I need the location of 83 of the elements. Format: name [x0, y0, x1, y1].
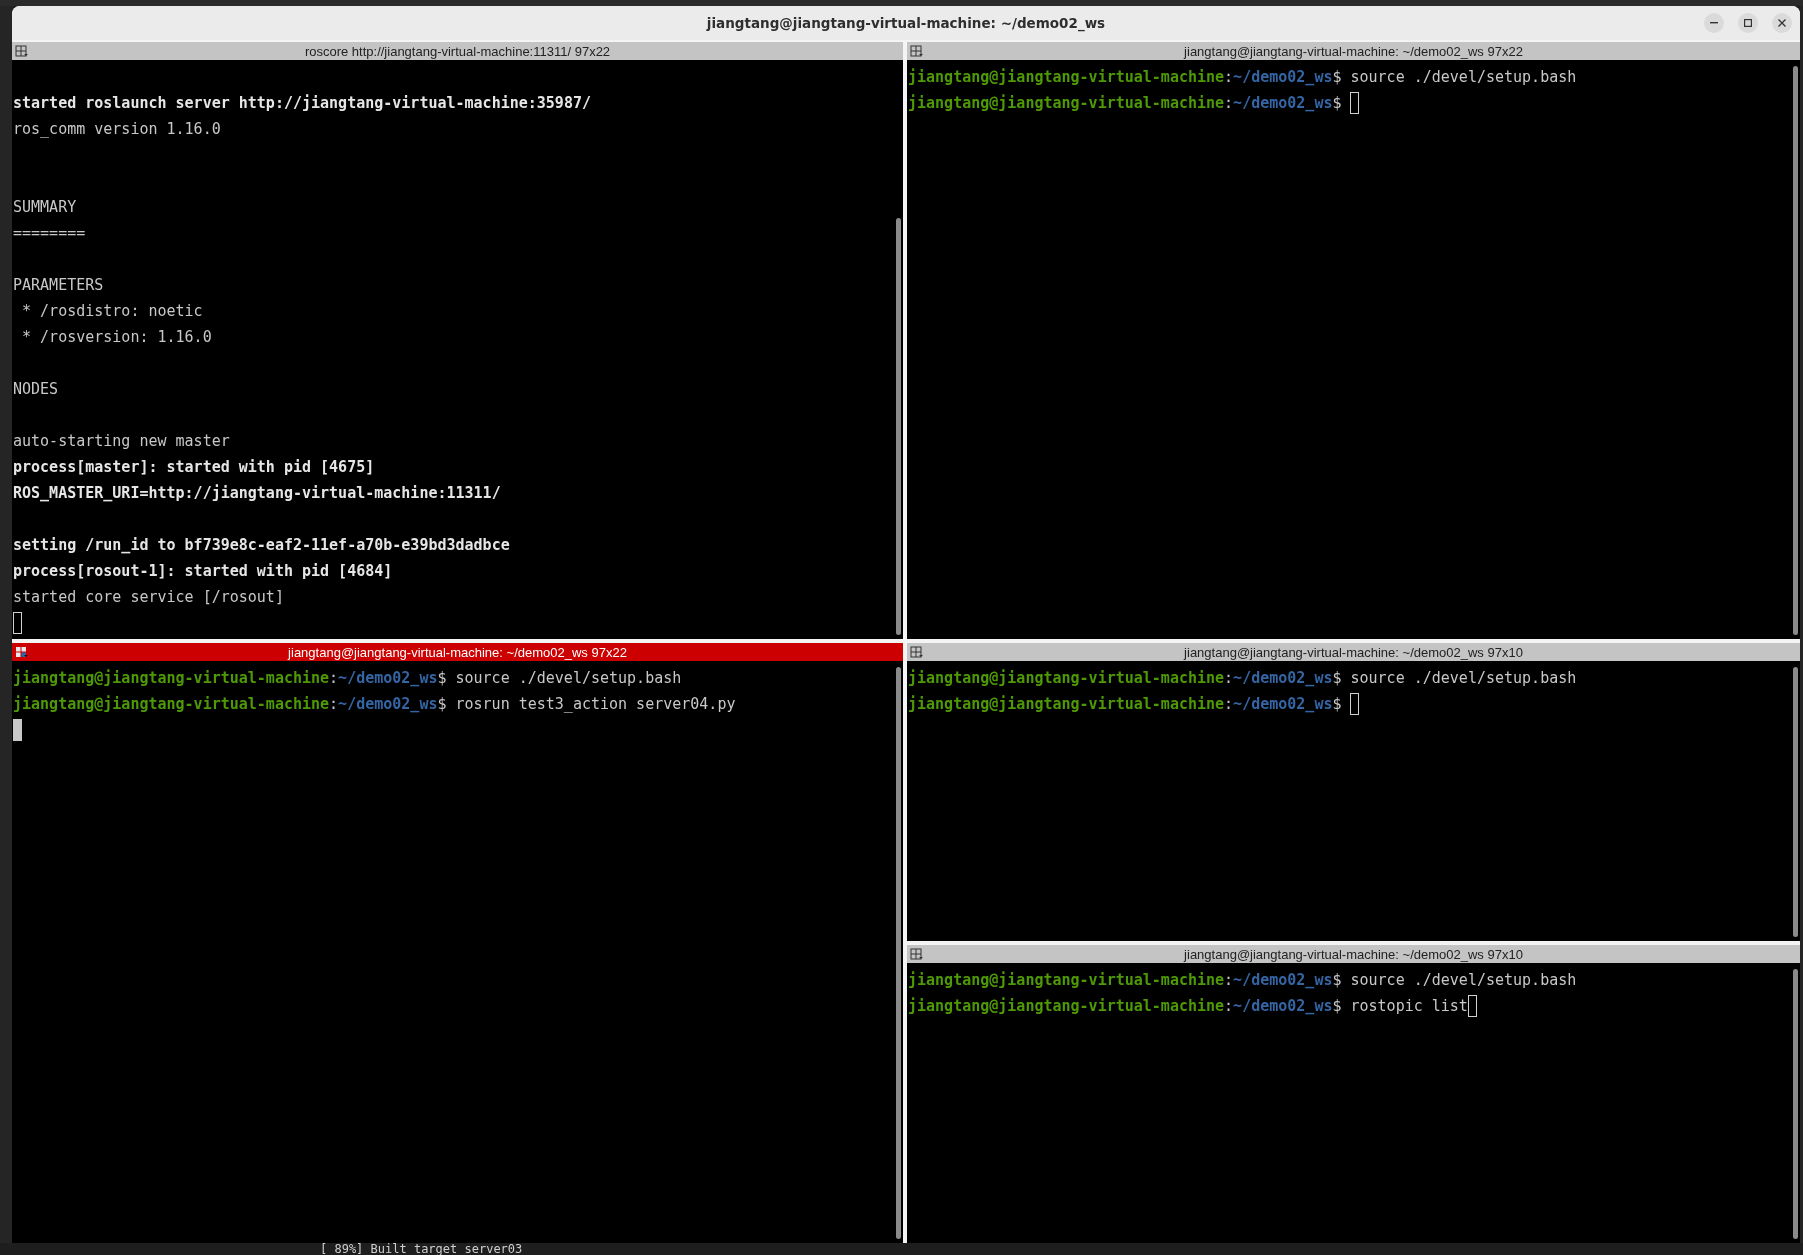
command-text: source ./devel/setup.bash	[1350, 970, 1577, 991]
output-line: ========	[13, 223, 86, 244]
prompt-symbol: $	[1332, 668, 1342, 689]
command-text: rosrun test3_action server04.py	[455, 694, 736, 715]
grid-icon[interactable]	[15, 646, 28, 658]
pane-title: roscore http://jiangtang-virtual-machine:11311/ 97x22	[304, 43, 611, 59]
pane-header[interactable]: jiangtang@jiangtang-virtual-machine: ~/demo02_ws 97x10	[907, 945, 1800, 963]
prompt-separator: :	[1224, 668, 1234, 689]
prompt-user-host: jiangtang@jiangtang-virtual-machine	[908, 996, 1225, 1017]
pane-title: jiangtang@jiangtang-virtual-machine: ~/demo02_ws 97x22	[1184, 43, 1523, 59]
scrollbar[interactable]	[896, 218, 901, 635]
prompt-separator: :	[1224, 694, 1234, 715]
prompt-path: ~/demo02_ws	[1233, 93, 1333, 114]
prompt-path: ~/demo02_ws	[338, 694, 438, 715]
prompt-user-host: jiangtang@jiangtang-virtual-machine	[908, 694, 1225, 715]
scrollbar[interactable]	[896, 667, 901, 1239]
output-line: process[rosout-1]: started with pid [4684]	[13, 561, 393, 582]
minimize-icon	[1710, 22, 1718, 24]
prompt-symbol: $	[437, 694, 447, 715]
output-line: * /rosdistro: noetic	[21, 301, 203, 322]
pane-header[interactable]: roscore http://jiangtang-virtual-machine:11311/ 97x22	[12, 42, 903, 60]
scrollbar[interactable]	[1793, 66, 1798, 635]
output-line: * /rosversion: 1.16.0	[21, 327, 212, 348]
output-line: process[master]: started with pid [4675]	[13, 457, 375, 478]
prompt-user-host: jiangtang@jiangtang-virtual-machine	[908, 668, 1225, 689]
prompt-user-host: jiangtang@jiangtang-virtual-machine	[13, 694, 330, 715]
command-text: rostopic list	[1350, 996, 1468, 1017]
window-title: jiangtang@jiangtang-virtual-machine: ~/demo02_ws	[706, 15, 1106, 31]
prompt-symbol: $	[1332, 67, 1342, 88]
grid-icon[interactable]	[910, 45, 923, 57]
output-line: ROS_MASTER_URI=http://jiangtang-virtual-machine:11311/	[13, 483, 501, 504]
terminal-pane[interactable]: jiangtang@jiangtang-virtual-machine: ~/demo02_ws 97x22 jiangtang@jiangtang-virtual-machine:~/demo02_ws$ source ./devel/setup.bash jiangtang@jiangtang-virtual-machine:~/demo02_ws$	[907, 42, 1800, 639]
scrollbar[interactable]	[1793, 969, 1798, 1239]
prompt-path: ~/demo02_ws	[1233, 970, 1333, 991]
grid-icon[interactable]	[910, 948, 923, 960]
prompt-separator: :	[1224, 996, 1234, 1017]
prompt-user-host: jiangtang@jiangtang-virtual-machine	[13, 668, 330, 689]
prompt-symbol: $	[1332, 970, 1342, 991]
prompt-symbol: $	[1332, 93, 1342, 114]
prompt-path: ~/demo02_ws	[1233, 67, 1333, 88]
terminal-pane[interactable]: jiangtang@jiangtang-virtual-machine: ~/demo02_ws 97x10 jiangtang@jiangtang-virtual-machine:~/demo02_ws$ source ./devel/setup.bash jiangtang@jiangtang-virtual-machine:~/demo02_ws$ rostopic list	[907, 945, 1800, 1243]
prompt-user-host: jiangtang@jiangtang-virtual-machine	[908, 93, 1225, 114]
prompt-path: ~/demo02_ws	[1233, 694, 1333, 715]
pane-header[interactable]: jiangtang@jiangtang-virtual-machine: ~/demo02_ws 97x22	[907, 42, 1800, 60]
prompt-symbol: $	[437, 668, 447, 689]
output-line: setting /run_id to bf739e8c-eaf2-11ef-a70b-e39bd3dadbce	[13, 535, 510, 556]
grid-icon[interactable]	[910, 646, 923, 658]
prompt-separator: :	[329, 668, 339, 689]
close-button[interactable]	[1772, 13, 1792, 33]
command-text: source ./devel/setup.bash	[1350, 668, 1577, 689]
command-text: source ./devel/setup.bash	[1350, 67, 1577, 88]
scrollbar[interactable]	[1793, 667, 1798, 937]
minimize-button[interactable]	[1704, 13, 1724, 33]
output-line: NODES	[13, 379, 59, 400]
output-line: PARAMETERS	[13, 275, 104, 296]
pane-header[interactable]: jiangtang@jiangtang-virtual-machine: ~/demo02_ws 97x10	[907, 643, 1800, 661]
grid-icon[interactable]	[15, 45, 28, 57]
prompt-separator: :	[1224, 67, 1234, 88]
terminal-pane[interactable]: jiangtang@jiangtang-virtual-machine: ~/demo02_ws 97x10 jiangtang@jiangtang-virtual-machine:~/demo02_ws$ source ./devel/setup.bash jiangtang@jiangtang-virtual-machine:~/demo02_ws$	[907, 643, 1800, 941]
output-line: ros_comm version 1.16.0	[13, 119, 221, 140]
prompt-separator: :	[329, 694, 339, 715]
maximize-button[interactable]	[1738, 13, 1758, 33]
prompt-symbol: $	[1332, 996, 1342, 1017]
prompt-path: ~/demo02_ws	[338, 668, 438, 689]
prompt-path: ~/demo02_ws	[1233, 668, 1333, 689]
pane-header[interactable]: jiangtang@jiangtang-virtual-machine: ~/demo02_ws 97x22	[12, 643, 903, 661]
output-line: started roslaunch server http://jiangtang-virtual-machine:35987/	[13, 93, 591, 114]
output-line: auto-starting new master	[13, 431, 230, 452]
prompt-path: ~/demo02_ws	[1233, 996, 1333, 1017]
output-line: SUMMARY	[13, 197, 77, 218]
pane-title: jiangtang@jiangtang-virtual-machine: ~/demo02_ws 97x10	[1184, 644, 1523, 660]
prompt-separator: :	[1224, 93, 1234, 114]
prompt-user-host: jiangtang@jiangtang-virtual-machine	[908, 970, 1225, 991]
prompt-separator: :	[1224, 970, 1234, 991]
pane-title: jiangtang@jiangtang-virtual-machine: ~/demo02_ws 97x22	[288, 644, 627, 660]
close-icon	[1778, 19, 1786, 27]
prompt-symbol: $	[1332, 694, 1342, 715]
background-terminal-text: [ 89%] Built target server03	[320, 1243, 524, 1255]
maximize-icon	[1744, 19, 1752, 27]
command-text: source ./devel/setup.bash	[455, 668, 682, 689]
output-line: started core service [/rosout]	[13, 587, 284, 608]
prompt-user-host: jiangtang@jiangtang-virtual-machine	[908, 67, 1225, 88]
pane-title: jiangtang@jiangtang-virtual-machine: ~/demo02_ws 97x10	[1184, 946, 1523, 962]
